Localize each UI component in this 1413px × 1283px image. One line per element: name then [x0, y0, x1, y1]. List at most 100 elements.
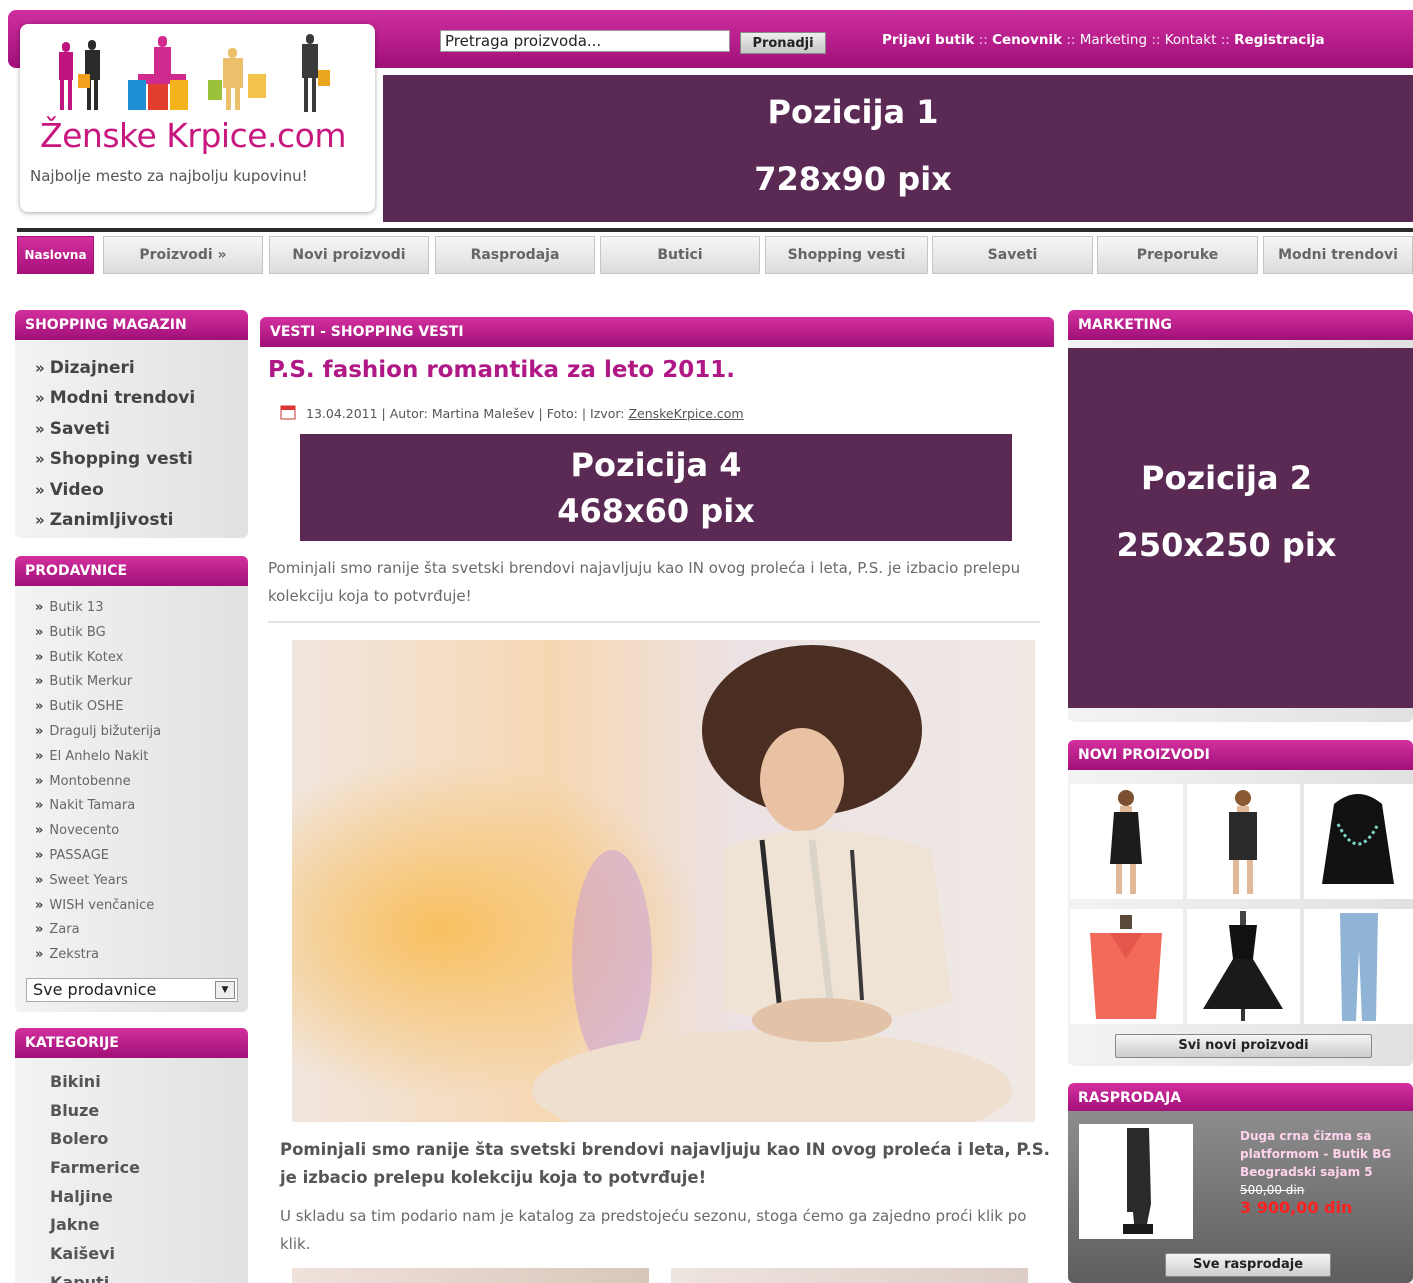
arrow-icon: » [35, 600, 44, 615]
ad-position-4-label: Pozicija 4 [570, 446, 742, 484]
sale-new-price: 3 900,00 din [1240, 1198, 1353, 1217]
link-separator: :: [1147, 32, 1165, 48]
category-item[interactable]: Farmerice [50, 1154, 140, 1183]
arrow-icon: » [35, 773, 44, 789]
marketing-header: MARKETING [1068, 310, 1413, 340]
arrow-icon: » [35, 872, 44, 888]
article-thumbnail[interactable] [292, 1268, 649, 1283]
link-separator: :: [974, 32, 993, 48]
magazine-item-trends[interactable]: » Modni trendovi [35, 383, 195, 413]
magazine-item-curiosities[interactable]: » Zanimljivosti [35, 505, 195, 535]
product-thumbnail[interactable] [1304, 909, 1413, 1024]
arrow-icon: » [35, 922, 44, 938]
sale-header: RASPRODAJA [1068, 1083, 1413, 1113]
register-link[interactable]: Registracija [1234, 32, 1324, 48]
site-logo[interactable]: Ženske Krpice.com Najbolje mesto za najb… [20, 24, 375, 212]
category-item[interactable]: Kaiševi [50, 1240, 140, 1269]
shop-item[interactable]: » WISH venčanice [35, 895, 161, 920]
ad-position-1-label: Pozicija 1 [767, 93, 939, 131]
sale-product-image[interactable] [1079, 1124, 1193, 1239]
search-input[interactable] [440, 30, 730, 52]
sale-product-description[interactable]: Duga crna čizma sa platformom - Butik BG… [1240, 1127, 1410, 1181]
shop-item[interactable]: » Sweet Years [35, 870, 161, 895]
nav-item-tips[interactable]: Saveti [932, 236, 1093, 274]
marketing-link[interactable]: Marketing [1080, 32, 1147, 48]
product-thumbnail[interactable] [1070, 909, 1183, 1024]
shop-item[interactable]: » El Anhelo Nakit [35, 746, 161, 771]
category-item[interactable]: Haljine [50, 1183, 140, 1212]
search-button[interactable]: Pronadji [740, 32, 826, 54]
shop-item[interactable]: » Montobenne [35, 771, 161, 796]
category-item[interactable]: Kaputi [50, 1269, 140, 1283]
logo-title: Ženske Krpice.com [40, 116, 346, 155]
category-item[interactable]: Jakne [50, 1211, 140, 1240]
link-separator: :: [1216, 32, 1235, 48]
arrow-icon: » [35, 847, 44, 863]
nav-item-sale[interactable]: Rasprodaja [435, 236, 595, 274]
shop-item[interactable]: » Zara [35, 919, 161, 944]
top-links: Prijavi butik :: Cenovnik :: Marketing :… [882, 32, 1325, 48]
arrow-icon: » [35, 450, 45, 469]
arrow-icon: » [35, 389, 45, 408]
link-separator: :: [1062, 32, 1080, 48]
shop-item[interactable]: » Butik OSHE [35, 696, 161, 721]
arrow-icon: » [35, 748, 44, 764]
magazine-item-tips[interactable]: » Saveti [35, 414, 195, 444]
shop-item[interactable]: » Butik BG [35, 622, 161, 647]
article-fashion-photo[interactable] [292, 640, 1035, 1122]
sale-old-price: 500,00 din [1240, 1183, 1305, 1197]
product-thumbnail[interactable] [1187, 784, 1300, 899]
article-source-link[interactable]: ZenskeKrpice.com [628, 406, 743, 421]
ad-position-1[interactable]: Pozicija 1 728x90 pix [383, 75, 1413, 222]
category-item[interactable]: Bluze [50, 1097, 140, 1126]
login-shop-link[interactable]: Prijavi butik [882, 32, 974, 48]
shopping-women-logo-image [59, 34, 330, 112]
shops-list: » Butik 13 » Butik BG » Butik Kotex » Butik … [35, 597, 161, 969]
magazine-item-shopping-news[interactable]: » Shopping vesti [35, 444, 195, 474]
article-title[interactable]: P.S. fashion romantika za leto 2011. [268, 357, 735, 383]
nav-item-shopping-news[interactable]: Shopping vesti [765, 236, 928, 274]
magazine-item-designers[interactable]: » Dizajneri [35, 353, 195, 383]
shop-item[interactable]: » Dragulj bižuterija [35, 721, 161, 746]
category-item[interactable]: Bikini [50, 1068, 140, 1097]
shops-select[interactable]: Sve prodavnice ▼ [26, 978, 238, 1002]
nav-item-fashion-trends[interactable]: Modni trendovi [1263, 236, 1413, 274]
shop-item[interactable]: » Nakit Tamara [35, 795, 161, 820]
article-thumbnail[interactable] [671, 1268, 1028, 1283]
nav-item-products[interactable]: Proizvodi » [103, 236, 263, 274]
chevron-down-icon[interactable]: ▼ [215, 981, 235, 999]
arrow-icon: » [35, 419, 45, 438]
categories-header: KATEGORIJE [15, 1028, 248, 1058]
product-thumbnail[interactable] [1304, 784, 1413, 899]
all-new-products-button[interactable]: Svi novi proizvodi [1115, 1034, 1372, 1058]
shop-item[interactable]: » Butik Merkur [35, 671, 161, 696]
magazine-item-video[interactable]: » Video [35, 475, 195, 505]
ad-position-4[interactable]: Pozicija 4 468x60 pix [300, 434, 1012, 541]
arrow-icon: » [35, 699, 44, 715]
shop-item[interactable]: » Novecento [35, 820, 161, 845]
shop-item[interactable]: » Zekstra [35, 944, 161, 969]
categories-list: Bikini Bluze Bolero Farmerice Haljine Ja… [50, 1068, 140, 1283]
contact-link[interactable]: Kontakt [1165, 32, 1217, 48]
nav-item-recommendations[interactable]: Preporuke [1097, 236, 1258, 274]
arrow-icon: » [35, 798, 44, 814]
article-body: U skladu sa tim podario nam je katalog z… [280, 1207, 1027, 1253]
product-thumbnail[interactable] [1187, 909, 1300, 1024]
shop-item[interactable]: » Butik 13 [35, 597, 161, 622]
nav-item-home[interactable]: Naslovna [17, 236, 94, 274]
ad-position-2[interactable]: Pozicija 2 250x250 pix [1068, 348, 1413, 708]
shop-item[interactable]: » PASSAGE [35, 845, 161, 870]
product-thumbnail[interactable] [1070, 784, 1183, 899]
article-intro: Pominjali smo ranije šta svetski brendov… [268, 559, 1021, 605]
arrow-icon: » [35, 649, 44, 665]
divider [268, 621, 1040, 623]
nav-item-boutiques[interactable]: Butici [600, 236, 760, 274]
shop-item[interactable]: » Butik Kotex [35, 647, 161, 672]
category-item[interactable]: Bolero [50, 1125, 140, 1154]
shops-select-value: Sve prodavnice [33, 980, 157, 999]
nav-item-new-products[interactable]: Novi proizvodi [269, 236, 429, 274]
all-sales-button[interactable]: Sve rasprodaje [1165, 1253, 1331, 1277]
pricing-link[interactable]: Cenovnik [992, 32, 1062, 48]
ad-position-2-label: Pozicija 2 [1141, 459, 1312, 497]
article-lead: Pominjali smo ranije šta svetski brendov… [280, 1140, 1050, 1187]
